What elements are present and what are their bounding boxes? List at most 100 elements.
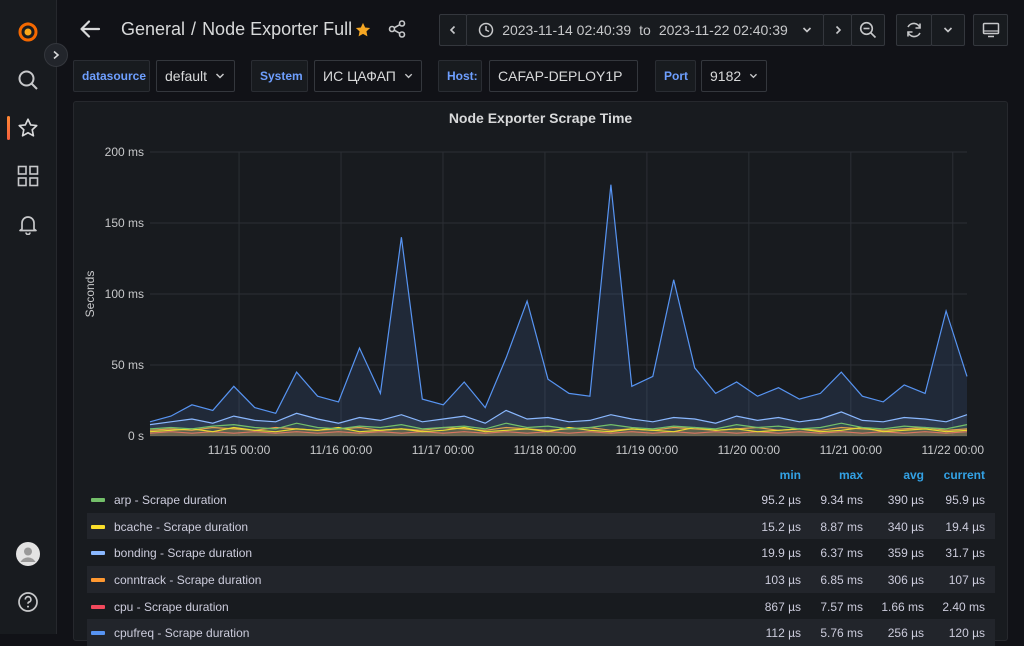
refresh-icon	[907, 22, 921, 38]
legend-series-name[interactable]: bonding - Scrape duration	[114, 546, 252, 560]
x-tick-label: 11/16 00:00	[310, 443, 373, 457]
port-select[interactable]: 9182	[701, 60, 767, 92]
y-tick-label: 100 ms	[105, 287, 144, 301]
time-range-to: 2023-11-22 02:40:39	[658, 22, 788, 38]
time-shift-back-button[interactable]	[439, 14, 467, 46]
legend-avg-value: 256 µs	[887, 626, 924, 641]
legend-row[interactable]: bcache - Scrape duration 15.2 µs 8.87 ms 34…	[87, 512, 995, 540]
legend-min-value: 112 µs	[765, 626, 801, 641]
refresh-button[interactable]	[896, 14, 932, 46]
x-tick-label: 11/22 00:00	[922, 443, 985, 457]
legend-color-swatch[interactable]	[91, 631, 105, 636]
sidebar-toggle-button[interactable]	[44, 43, 68, 67]
graph-panel: Node Exporter Scrape Time 0 s 50 ms 100 ms…	[73, 101, 1008, 646]
legend-row[interactable]: cpu - Scrape duration 867 µs 7.57 ms 1.66 m…	[87, 593, 995, 620]
search-icon[interactable]	[16, 68, 40, 92]
legend-row[interactable]: conntrack - Scrape duration 103 µs 6.85 ms…	[87, 566, 995, 593]
avatar[interactable]	[16, 542, 40, 566]
chevron-right-icon	[835, 25, 841, 35]
legend-avg-value: 340 µs	[887, 519, 924, 534]
tv-mode-button[interactable]	[973, 14, 1008, 46]
system-select[interactable]: ИС ЦАФАП	[314, 60, 422, 92]
grafana-logo-icon[interactable]	[16, 20, 40, 44]
sidebar-active-indicator	[7, 116, 10, 140]
legend-min-value: 15.2 µs	[761, 519, 801, 534]
bell-icon[interactable]	[16, 212, 40, 236]
legend-current-value: 31.7 µs	[945, 546, 985, 561]
legend-table: min max avg current arp - Scrape duratio…	[87, 462, 995, 646]
clock-icon	[478, 22, 494, 38]
system-value: ИС ЦАФАП	[323, 68, 396, 84]
legend-max-value: 7.57 ms	[820, 599, 863, 614]
scrape-time-chart[interactable]: 0 s 50 ms 100 ms 150 ms 200 ms 11/15 00:00 11/…	[74, 132, 1007, 477]
time-range-to-word: to	[639, 22, 651, 38]
legend-series-name[interactable]: cpu - Scrape duration	[114, 600, 229, 614]
monitor-icon	[982, 22, 999, 38]
chevron-down-icon	[404, 73, 413, 79]
legend-color-swatch[interactable]	[91, 578, 105, 583]
chevron-right-icon	[53, 50, 60, 60]
refresh-interval-dropdown[interactable]	[931, 14, 965, 46]
legend-avg-value: 390 µs	[887, 493, 924, 507]
legend-min-value: 95.2 µs	[761, 493, 801, 507]
legend-avg-value: 359 µs	[887, 546, 924, 561]
legend-min-value: 103 µs	[764, 573, 801, 588]
legend-max-value: 5.76 ms	[820, 626, 863, 641]
time-range-picker[interactable]: 2023-11-14 02:40:39 to 2023-11-22 02:40:…	[466, 14, 824, 46]
breadcrumb-separator: /	[191, 19, 197, 39]
legend-series-name[interactable]: conntrack - Scrape duration	[114, 573, 261, 587]
x-tick-label: 11/18 00:00	[514, 443, 577, 457]
x-tick-label: 11/20 00:00	[718, 443, 781, 457]
share-icon[interactable]	[387, 19, 407, 44]
variable-label-host: Host:	[438, 60, 482, 92]
back-arrow-icon[interactable]	[79, 18, 101, 45]
help-icon[interactable]	[16, 590, 40, 614]
time-shift-forward-button[interactable]	[823, 14, 852, 46]
legend-row[interactable]: bonding - Scrape duration 19.9 µs 6.37 ms 3…	[87, 539, 995, 566]
legend-series-name[interactable]: cpufreq - Scrape duration	[114, 626, 249, 640]
legend-current-value: 19.4 µs	[945, 519, 985, 534]
favorite-star-icon[interactable]	[354, 21, 372, 44]
legend-header-min[interactable]: min	[763, 468, 801, 482]
variable-label-system: System	[251, 60, 308, 92]
legend-avg-value: 306 µs	[887, 573, 924, 588]
time-range-from: 2023-11-14 02:40:39	[502, 22, 632, 38]
x-tick-label: 11/15 00:00	[208, 443, 271, 457]
star-icon[interactable]	[16, 116, 40, 140]
legend-color-swatch[interactable]	[91, 498, 105, 502]
legend-row[interactable]: arp - Scrape duration 95.2 µs 9.34 ms 390 µ…	[87, 486, 995, 513]
legend-max-value: 6.85 ms	[820, 573, 863, 588]
port-value: 9182	[710, 68, 742, 84]
legend-row[interactable]: cpufreq - Scrape duration 112 µs 5.76 ms 25…	[87, 619, 995, 646]
zoom-out-icon	[859, 21, 877, 39]
breadcrumb-folder[interactable]: General	[121, 19, 185, 40]
legend-header-max[interactable]: max	[823, 468, 863, 482]
legend-color-swatch[interactable]	[91, 604, 105, 609]
y-tick-label: 150 ms	[105, 216, 144, 230]
legend-series-name[interactable]: bcache - Scrape duration	[114, 520, 248, 534]
zoom-out-button[interactable]	[851, 14, 885, 46]
host-select[interactable]: CAFAP-DEPLOY1P	[489, 60, 638, 92]
page-title[interactable]: Node Exporter Full	[202, 19, 352, 40]
legend-avg-value: 1.66 ms	[881, 599, 924, 614]
legend-current-value: 95.9 µs	[945, 493, 985, 507]
variable-label-datasource: datasource	[73, 60, 150, 92]
legend-series-name[interactable]: arp - Scrape duration	[114, 493, 227, 507]
legend-color-swatch[interactable]	[91, 524, 105, 529]
series-area	[150, 184, 967, 436]
legend-header-avg[interactable]: avg	[884, 468, 924, 482]
sidebar	[0, 0, 57, 634]
legend-header-current[interactable]: current	[927, 468, 985, 482]
apps-grid-icon[interactable]	[16, 164, 40, 188]
legend-current-value: 120 µs	[948, 626, 985, 641]
datasource-select[interactable]: default	[156, 60, 235, 92]
y-tick-label: 0 s	[128, 429, 144, 443]
chevron-down-icon	[216, 73, 225, 79]
chevron-down-icon	[750, 73, 758, 79]
chevron-down-icon	[802, 27, 811, 33]
legend-current-value: 2.40 ms	[942, 599, 985, 614]
x-tick-label: 11/19 00:00	[616, 443, 679, 457]
legend-color-swatch[interactable]	[91, 551, 105, 556]
legend-max-value: 6.37 ms	[820, 546, 863, 561]
panel-title[interactable]: Node Exporter Scrape Time	[74, 110, 1007, 126]
